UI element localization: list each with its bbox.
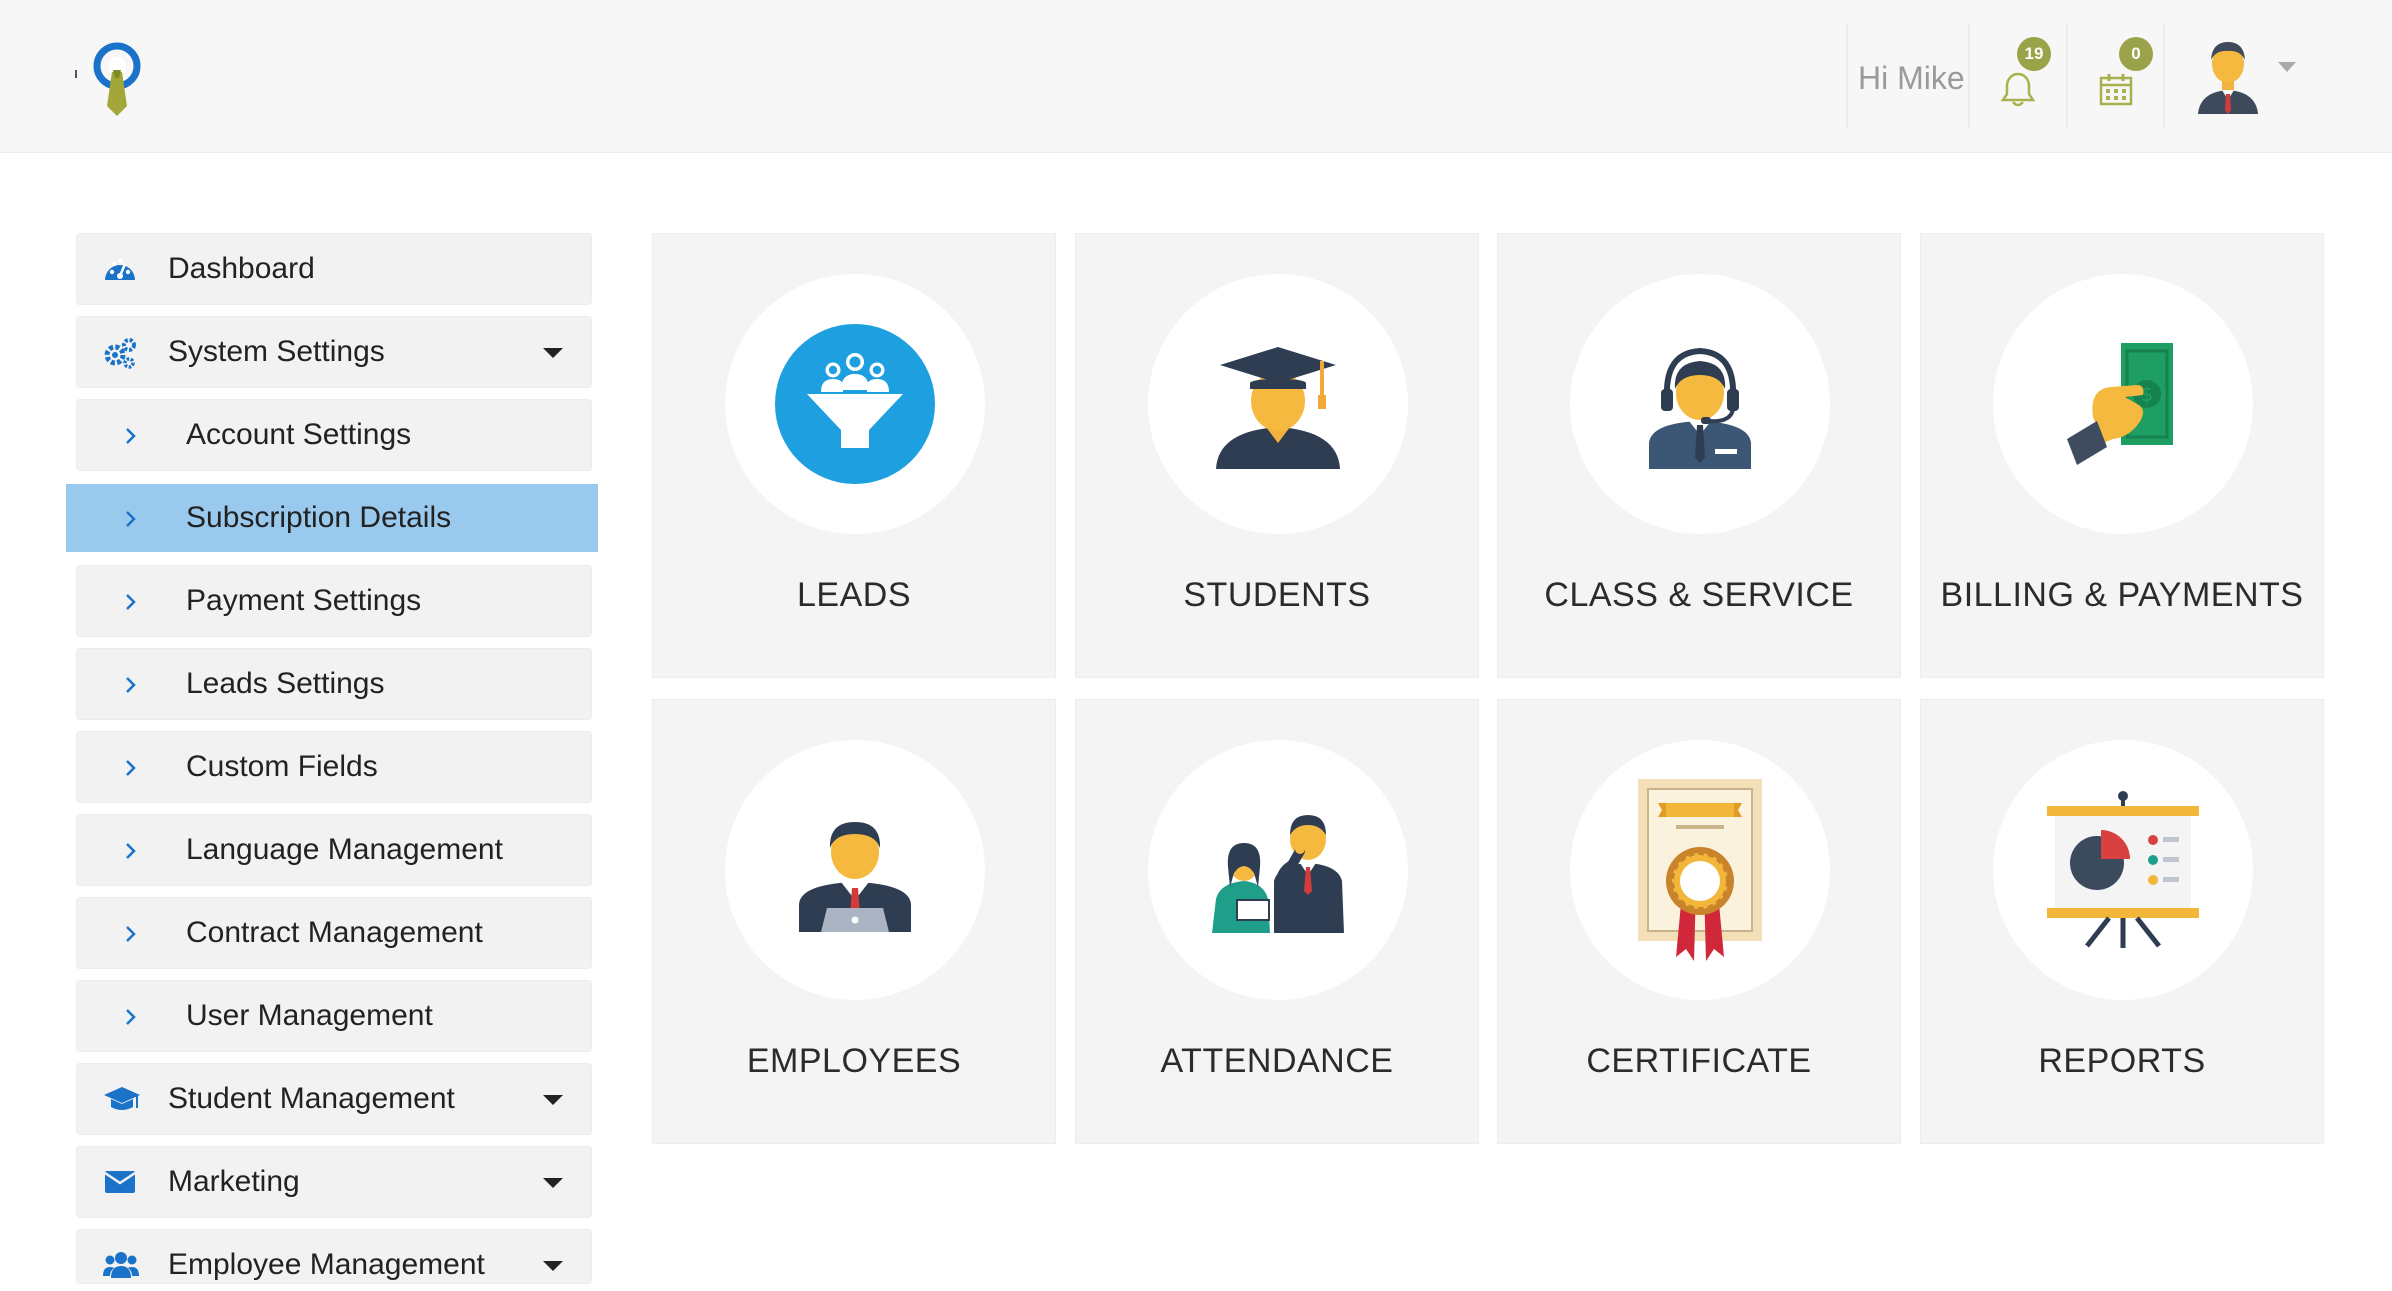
sidebar-item-subscription-details[interactable]: Subscription Details — [66, 484, 598, 552]
tile-certificate[interactable]: CERTIFICATE — [1497, 699, 1901, 1144]
sidebar-item-label: Custom Fields — [186, 750, 378, 783]
sidebar-item-label: Employee Management — [168, 1248, 485, 1281]
sidebar-item-label: Dashboard — [168, 252, 315, 285]
sidebar-item-payment-settings[interactable]: Payment Settings — [76, 565, 592, 637]
notifications-bell-icon[interactable] — [2000, 70, 2036, 113]
sidebar-item-label: Account Settings — [186, 418, 412, 451]
user-greeting: Hi Mike — [1858, 60, 1965, 96]
sidebar-item-label: Subscription Details — [186, 501, 452, 534]
graduation-cap-icon — [103, 1084, 140, 1116]
chevron-down-icon — [543, 348, 563, 358]
headset-agent-icon — [1570, 274, 1830, 534]
tile-billing-payments[interactable]: $ BILLING & PAYMENTS — [1920, 233, 2324, 678]
sidebar-item-label: User Management — [186, 999, 433, 1032]
chevron-down-icon — [543, 1178, 563, 1188]
sidebar-item-system-settings[interactable]: System Settings — [76, 316, 592, 388]
divider — [1968, 24, 1970, 128]
tile-label: STUDENTS — [1183, 576, 1371, 614]
chevron-right-icon — [121, 922, 141, 946]
chevron-right-icon — [121, 424, 141, 448]
chevron-down-icon — [543, 1095, 563, 1105]
tile-leads[interactable]: LEADS — [652, 233, 1056, 678]
users-icon — [103, 1250, 139, 1282]
sidebar-item-leads-settings[interactable]: Leads Settings — [76, 648, 592, 720]
notifications-count-badge: 19 — [2017, 37, 2051, 71]
app-logo[interactable] — [72, 36, 162, 120]
sidebar-item-employee-management[interactable]: Employee Management — [76, 1229, 592, 1284]
money-hand-icon: $ — [1993, 274, 2253, 534]
sidebar-item-custom-fields[interactable]: Custom Fields — [76, 731, 592, 803]
tile-students[interactable]: STUDENTS — [1075, 233, 1479, 678]
chevron-right-icon — [121, 590, 141, 614]
sidebar-item-label: Contract Management — [186, 916, 483, 949]
tile-label: ATTENDANCE — [1160, 1042, 1394, 1080]
calendar-icon[interactable] — [2099, 72, 2133, 111]
leads-funnel-icon — [725, 274, 985, 534]
tile-label: LEADS — [797, 576, 911, 614]
sidebar-item-marketing[interactable]: Marketing — [76, 1146, 592, 1218]
sidebar-item-student-management[interactable]: Student Management — [76, 1063, 592, 1135]
user-avatar[interactable] — [2192, 36, 2264, 116]
tile-label: CERTIFICATE — [1586, 1042, 1812, 1080]
sidebar-item-label: System Settings — [168, 335, 385, 368]
chevron-right-icon — [121, 507, 141, 531]
chevron-right-icon — [121, 756, 141, 780]
sidebar-item-label: Marketing — [168, 1165, 300, 1198]
divider — [2163, 24, 2165, 128]
certificate-icon — [1570, 740, 1830, 1000]
gears-icon — [103, 337, 137, 369]
sidebar-item-account-settings[interactable]: Account Settings — [76, 399, 592, 471]
sidebar-item-label: Student Management — [168, 1082, 455, 1115]
sidebar-item-label: Payment Settings — [186, 584, 422, 617]
top-bar: Hi Mike 19 0 — [0, 0, 2392, 153]
chevron-right-icon — [121, 839, 141, 863]
divider — [2066, 24, 2068, 128]
tile-label: REPORTS — [2038, 1042, 2206, 1080]
dashboard-icon — [103, 254, 137, 286]
sidebar-item-label: Language Management — [186, 833, 503, 866]
graduate-icon — [1148, 274, 1408, 534]
tile-label: BILLING & PAYMENTS — [1940, 576, 2304, 614]
tile-label: CLASS & SERVICE — [1544, 576, 1854, 614]
divider — [1846, 24, 1848, 128]
sidebar-item-user-management[interactable]: User Management — [76, 980, 592, 1052]
tile-reports[interactable]: REPORTS — [1920, 699, 2324, 1144]
chevron-right-icon — [121, 1005, 141, 1029]
employee-laptop-icon — [725, 740, 985, 1000]
sidebar-item-language-management[interactable]: Language Management — [76, 814, 592, 886]
chevron-down-icon — [543, 1261, 563, 1271]
envelope-icon — [103, 1167, 137, 1199]
tile-class-service[interactable]: CLASS & SERVICE — [1497, 233, 1901, 678]
presentation-chart-icon — [1993, 740, 2253, 1000]
sidebar-item-contract-management[interactable]: Contract Management — [76, 897, 592, 969]
tile-attendance[interactable]: ATTENDANCE — [1075, 699, 1479, 1144]
sidebar-item-dashboard[interactable]: Dashboard — [76, 233, 592, 305]
teacher-student-icon — [1148, 740, 1408, 1000]
tile-employees[interactable]: EMPLOYEES — [652, 699, 1056, 1144]
tile-label: EMPLOYEES — [746, 1042, 962, 1080]
calendar-count-badge: 0 — [2119, 37, 2153, 71]
sidebar-item-label: Leads Settings — [186, 667, 385, 700]
user-menu-caret-icon[interactable] — [2278, 62, 2296, 72]
chevron-right-icon — [121, 673, 141, 697]
